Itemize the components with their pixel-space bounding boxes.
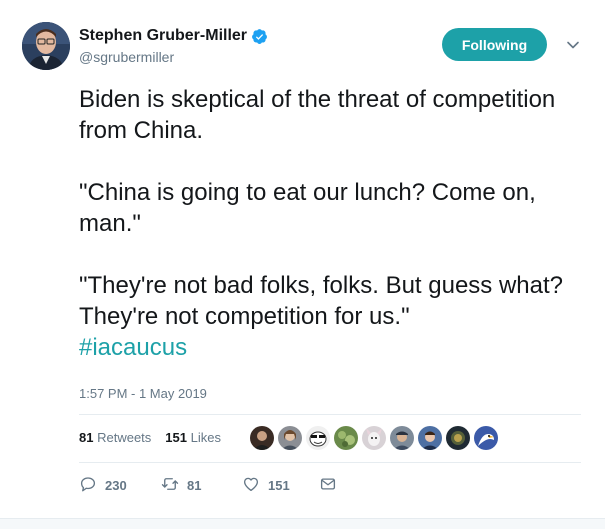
liker-avatar[interactable]	[418, 426, 442, 450]
chevron-down-icon[interactable]	[566, 38, 580, 52]
retweet-button[interactable]: 81	[161, 475, 201, 496]
liker-avatar[interactable]	[278, 426, 302, 450]
divider	[79, 414, 581, 415]
reply-count: 230	[105, 478, 127, 493]
likes-stat[interactable]: 151 Likes	[165, 430, 221, 445]
likes-label: Likes	[190, 430, 221, 445]
heart-icon	[242, 475, 260, 496]
tweet-paragraph: "China is going to eat our lunch? Come o…	[79, 179, 536, 237]
envelope-icon	[319, 475, 337, 496]
liker-avatar[interactable]	[390, 426, 414, 450]
direct-message-button[interactable]	[319, 475, 337, 496]
retweet-icon	[161, 475, 179, 496]
author-name[interactable]: Stephen Gruber-Miller	[79, 27, 247, 45]
reply-button[interactable]: 230	[79, 475, 127, 496]
liker-avatars	[250, 426, 498, 450]
tweet-paragraph: Biden is skeptical of the threat of comp…	[79, 86, 556, 144]
following-button[interactable]: Following	[442, 28, 547, 61]
engagement-stats: 81 Retweets 151 Likes	[79, 430, 221, 445]
divider	[79, 462, 581, 463]
retweets-stat[interactable]: 81 Retweets	[79, 430, 151, 445]
footer-strip	[0, 518, 605, 529]
retweet-count: 81	[187, 478, 202, 493]
liker-avatar[interactable]	[362, 426, 386, 450]
liker-avatar[interactable]	[446, 426, 470, 450]
author-avatar[interactable]	[22, 22, 70, 70]
tweet-card: Stephen Gruber-Miller @sgrubermiller Fol…	[0, 0, 605, 529]
tweet-paragraph: "They're not bad folks, folks. But guess…	[79, 272, 564, 330]
liker-avatar[interactable]	[334, 426, 358, 450]
liker-avatar[interactable]	[250, 426, 274, 450]
likes-count: 151	[165, 430, 187, 445]
tweet-text: Biden is skeptical of the threat of comp…	[79, 84, 579, 363]
retweets-count: 81	[79, 430, 94, 445]
author-info: Stephen Gruber-Miller @sgrubermiller	[79, 26, 268, 65]
retweets-label: Retweets	[97, 430, 152, 445]
reply-icon	[79, 475, 97, 496]
like-count: 151	[268, 478, 290, 493]
hashtag-link[interactable]: #iacaucus	[79, 334, 187, 361]
liker-avatar[interactable]	[474, 426, 498, 450]
tweet-timestamp[interactable]: 1:57 PM - 1 May 2019	[79, 386, 207, 401]
author-handle[interactable]: @sgrubermiller	[79, 49, 268, 65]
like-button[interactable]: 151	[242, 475, 290, 496]
verified-badge-icon	[251, 28, 268, 45]
liker-avatar[interactable]	[306, 426, 330, 450]
author-name-row: Stephen Gruber-Miller	[79, 26, 268, 46]
